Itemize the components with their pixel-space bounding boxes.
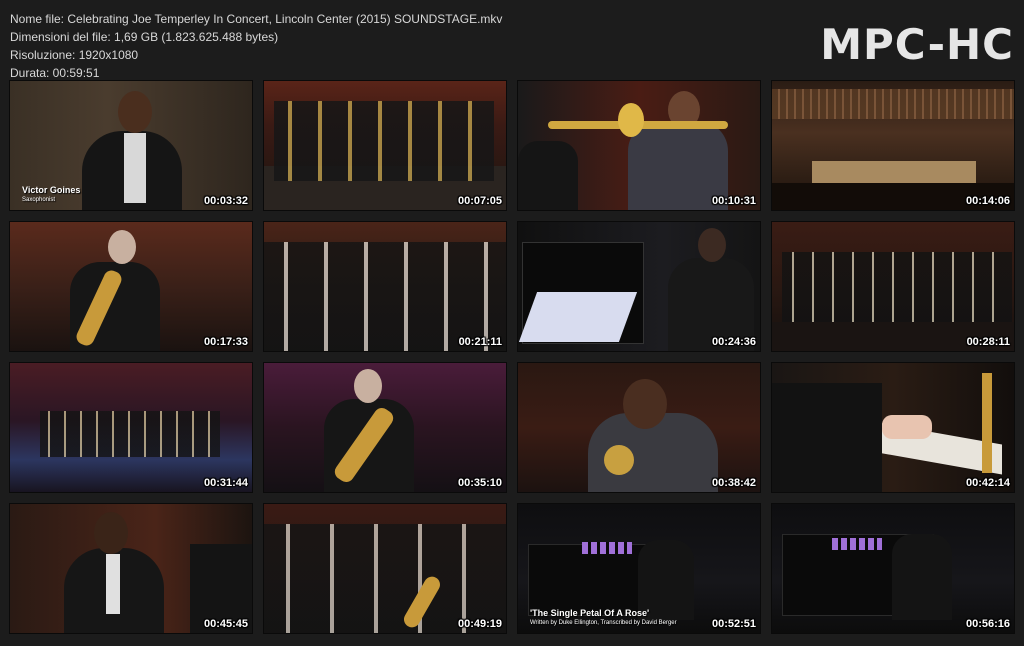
stage-lights <box>832 538 882 550</box>
musicians-shape <box>274 101 494 181</box>
figure-head <box>623 379 667 429</box>
figure-shape <box>772 383 882 492</box>
hand-shape <box>882 415 932 439</box>
shirt-shape <box>106 554 120 614</box>
thumbnail[interactable]: 00:42:14 <box>771 362 1015 493</box>
timestamp: 00:21:11 <box>458 336 502 348</box>
thumbnail[interactable]: 00:14:06 <box>771 80 1015 211</box>
figure-head <box>118 91 152 133</box>
saxophone-shape <box>982 373 992 473</box>
thumbnail[interactable]: 00:38:42 <box>517 362 761 493</box>
figure-shape <box>892 534 952 620</box>
thumbnail[interactable]: 00:07:05 <box>263 80 507 211</box>
timestamp: 00:28:11 <box>966 336 1010 348</box>
timestamp: 00:24:36 <box>711 336 756 348</box>
timestamp: 00:56:16 <box>965 618 1010 630</box>
timestamp: 00:35:10 <box>457 477 502 489</box>
file-info: Nome file: Celebrating Joe Temperley In … <box>10 10 502 82</box>
figure-shape <box>518 141 578 210</box>
caption-title: 'The Single Petal Of A Rose' <box>530 608 650 618</box>
file-name: Nome file: Celebrating Joe Temperley In … <box>10 12 503 26</box>
figure-head <box>698 228 726 262</box>
trumpet-bell <box>604 445 634 475</box>
figure-head <box>94 512 128 554</box>
caption-title: Victor Goines <box>22 185 81 195</box>
timestamp: 00:42:14 <box>965 477 1010 489</box>
figure-head <box>108 230 136 264</box>
thumbnail[interactable]: 00:56:16 <box>771 503 1015 634</box>
shirt-shape <box>124 133 146 203</box>
thumbnail[interactable]: 00:17:33 <box>9 221 253 352</box>
caption-subtitle: Written by Duke Ellington, Transcribed b… <box>530 620 677 626</box>
thumbnail[interactable]: 00:31:44 <box>9 362 253 493</box>
musicians-shape <box>782 252 1012 322</box>
timestamp: 00:31:44 <box>203 477 248 489</box>
file-resolution: Risoluzione: 1920x1080 <box>10 48 139 62</box>
thumbnail[interactable]: 00:28:11 <box>771 221 1015 352</box>
mpc-hc-logo: MPC-HC <box>820 20 1014 69</box>
thumbnail[interactable]: 00:21:11 <box>263 221 507 352</box>
timestamp: 00:03:32 <box>203 195 248 207</box>
timestamp: 00:17:33 <box>203 336 248 348</box>
thumbnail[interactable]: 'The Single Petal Of A Rose' Written by … <box>517 503 761 634</box>
timestamp: 00:49:19 <box>457 618 502 630</box>
thumbnail-grid: Victor Goines Saxophonist 00:03:32 00:07… <box>9 80 1015 634</box>
thumbnail[interactable]: 00:45:45 <box>9 503 253 634</box>
figure-head <box>354 369 382 403</box>
lower-third-caption: 'The Single Petal Of A Rose' Written by … <box>530 608 677 627</box>
timestamp: 00:10:31 <box>711 195 756 207</box>
trumpet-bell <box>618 103 644 137</box>
thumbnail[interactable]: 00:10:31 <box>517 80 761 211</box>
thumbnail[interactable]: Victor Goines Saxophonist 00:03:32 <box>9 80 253 211</box>
timestamp: 00:07:05 <box>457 195 502 207</box>
timestamp: 00:52:51 <box>711 618 756 630</box>
balcony-lights <box>772 89 1014 119</box>
thumbnail[interactable]: 00:24:36 <box>517 221 761 352</box>
timestamp: 00:14:06 <box>965 195 1010 207</box>
timestamp: 00:38:42 <box>711 477 756 489</box>
thumbnail[interactable]: 00:49:19 <box>263 503 507 634</box>
stage-shape <box>812 161 976 183</box>
file-size: Dimensioni del file: 1,69 GB (1.823.625.… <box>10 30 279 44</box>
stage-lights <box>582 542 632 554</box>
piano-keys <box>518 292 638 342</box>
caption-subtitle: Saxophonist <box>22 197 56 203</box>
musicians-shape <box>40 411 220 457</box>
lower-third-caption: Victor Goines Saxophonist <box>22 185 80 204</box>
timestamp: 00:45:45 <box>203 618 248 630</box>
thumbnail[interactable]: 00:35:10 <box>263 362 507 493</box>
